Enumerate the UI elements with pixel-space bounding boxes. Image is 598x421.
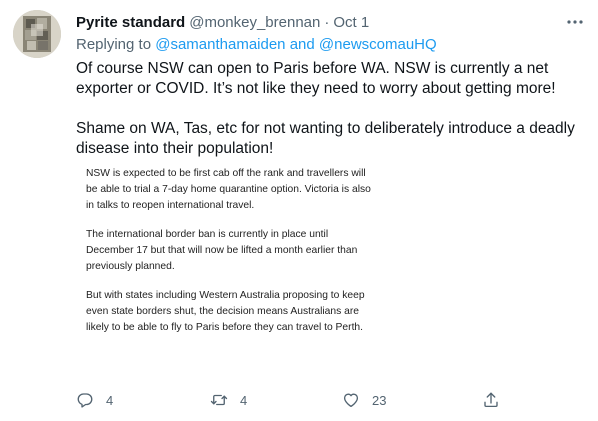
mention-link-1[interactable]: @samanthamaiden <box>155 36 285 53</box>
header-separator: · <box>324 14 330 31</box>
tweet-text-paragraph: Shame on WA, Tas, etc for not wanting to… <box>76 120 575 157</box>
attached-image-paragraph: NSW is expected to be first cab off the … <box>86 168 371 211</box>
heart-icon <box>343 393 359 408</box>
like-button[interactable]: 23 <box>342 388 386 412</box>
attached-image-paragraph: The international border ban is currentl… <box>86 229 358 272</box>
tweet-text-paragraph: Of course NSW can open to Paris before W… <box>76 60 556 97</box>
replying-to-label: Replying to <box>76 36 156 53</box>
tweet-actions: 4 4 23 <box>76 388 596 412</box>
avatar-image <box>13 10 61 58</box>
reply-icon <box>77 393 93 408</box>
share-icon <box>484 392 498 408</box>
mention-link-2[interactable]: @newscomauHQ <box>319 36 437 53</box>
reply-count: 4 <box>106 392 114 408</box>
attached-image-paragraph: But with states including Western Austra… <box>86 290 365 333</box>
tweet-header: Pyrite standard @monkey_brennan · Oct 1 <box>76 13 584 33</box>
avatar[interactable] <box>13 10 61 58</box>
retweet-button[interactable]: 4 <box>210 388 247 412</box>
tweet-date[interactable]: Oct 1 <box>333 13 369 33</box>
more-horizontal-icon[interactable] <box>566 13 584 31</box>
share-button[interactable] <box>482 388 500 412</box>
retweet-icon <box>210 394 228 406</box>
author-display-name[interactable]: Pyrite standard <box>76 13 185 33</box>
retweet-count: 4 <box>240 392 248 408</box>
tweet-text: Of course NSW can open to Paris before W… <box>76 59 591 159</box>
replying-to-conjunction[interactable]: and <box>286 36 319 53</box>
author-handle[interactable]: @monkey_brennan <box>189 13 320 33</box>
like-count: 23 <box>372 392 387 408</box>
reply-button[interactable]: 4 <box>76 388 113 412</box>
replying-to: Replying to @samanthamaiden and @newscom… <box>76 35 586 55</box>
attached-image[interactable]: NSW is expected to be first cab off the … <box>76 166 376 376</box>
